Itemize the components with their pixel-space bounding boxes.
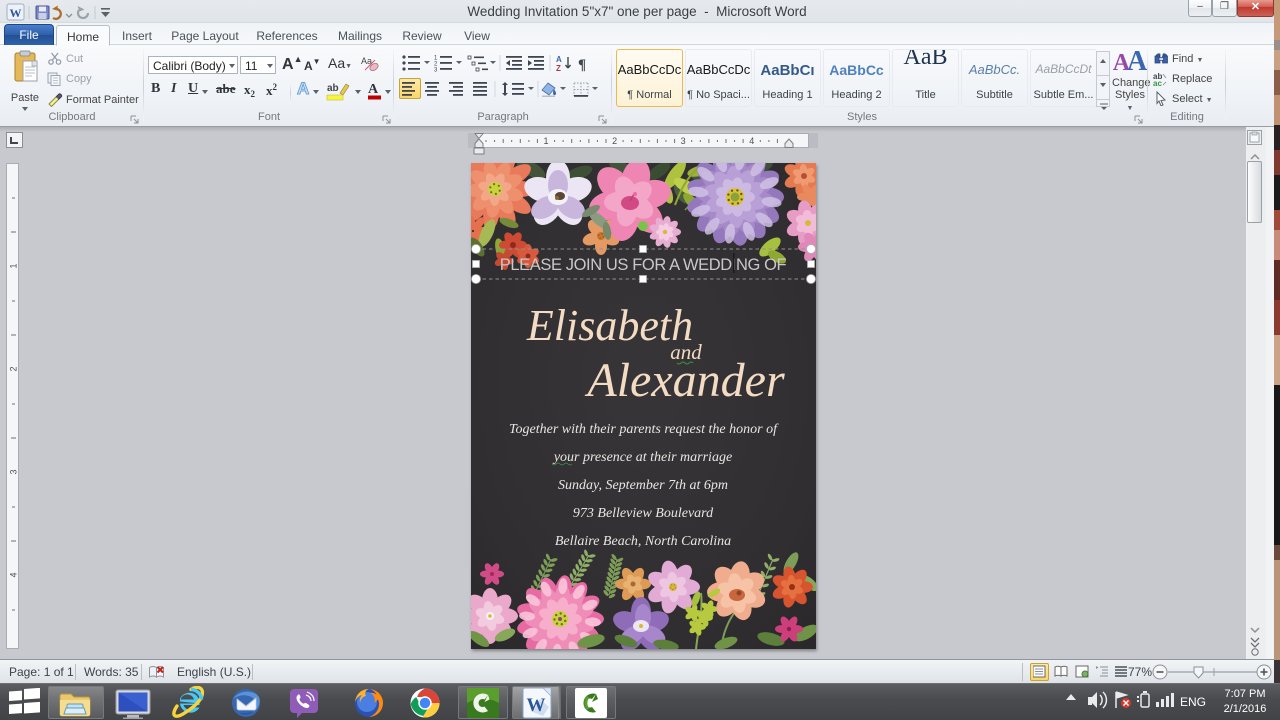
svg-text:2: 2	[612, 136, 617, 146]
svg-text:A: A	[556, 55, 562, 64]
svg-text:Alexander: Alexander	[584, 354, 785, 407]
svg-text:Sunday, September 7th at 6: Sunday, September 7th at 6pm	[558, 478, 728, 493]
svg-text:Bellaire Beach, North Carol: Bellaire Beach, North Carolina	[555, 534, 731, 549]
svg-text:ac: ac	[1153, 79, 1162, 86]
svg-text:PLEASE JOIN US FOR A WEDDING O: PLEASE JOIN US FOR A WEDDING OF	[500, 256, 787, 274]
svg-text:W: W	[10, 6, 22, 20]
svg-text:3: 3	[434, 68, 438, 73]
svg-text:¶: ¶	[578, 57, 586, 72]
svg-text:4: 4	[9, 572, 19, 577]
svg-text:1: 1	[543, 136, 548, 146]
svg-text:2: 2	[9, 366, 19, 371]
svg-text:973 Belleview Boulevard: 973 Belleview Boulevard	[573, 506, 714, 521]
svg-text:1: 1	[9, 263, 19, 268]
svg-text:ab: ab	[327, 83, 339, 94]
svg-text:3: 3	[9, 469, 19, 474]
svg-text:A: A	[368, 82, 379, 97]
svg-text:your presence at their marr: your presence at their marriage	[552, 450, 732, 465]
svg-text:Elisabeth: Elisabeth	[526, 301, 693, 350]
svg-text:Together with their parents r: Together with their parents request the …	[509, 422, 779, 437]
svg-text:3: 3	[681, 136, 686, 146]
svg-text:4: 4	[749, 136, 754, 146]
svg-text:W: W	[527, 695, 546, 716]
svg-text:Z: Z	[556, 64, 561, 72]
